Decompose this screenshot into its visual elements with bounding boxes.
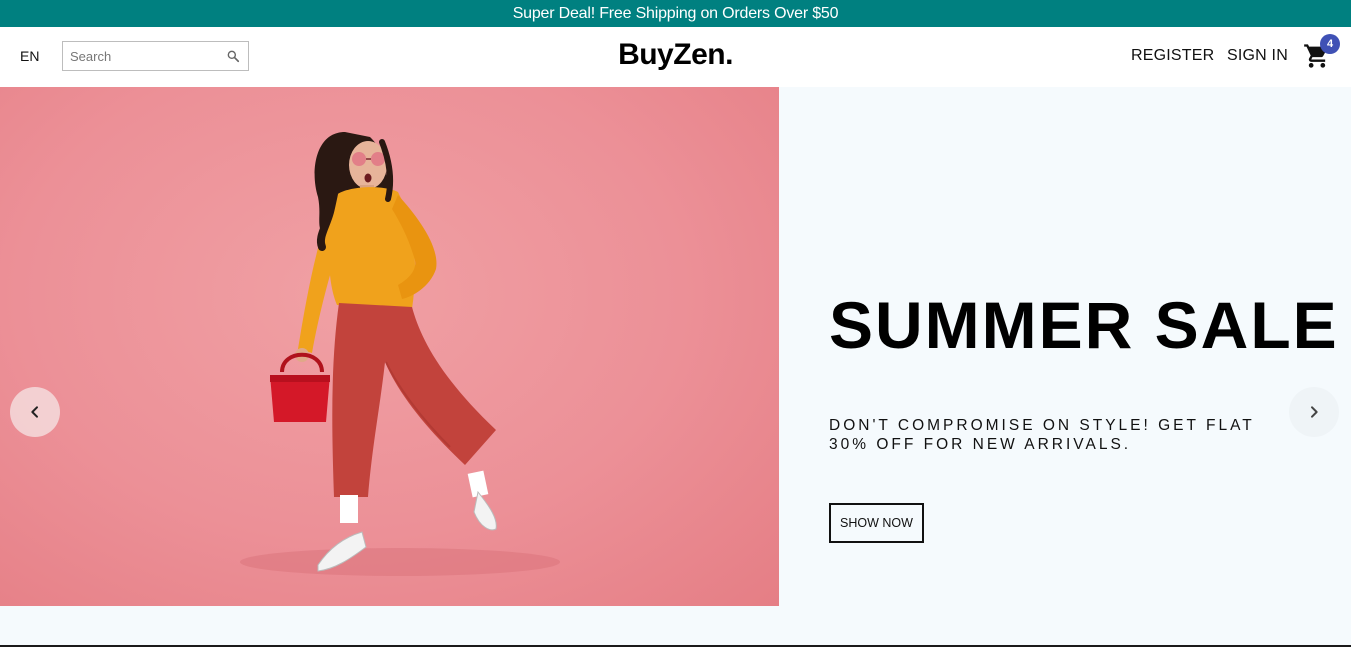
chevron-right-icon xyxy=(1311,406,1318,418)
show-now-button[interactable]: SHOW NOW xyxy=(829,503,924,543)
logo[interactable]: BuyZen. xyxy=(618,38,733,71)
slide-title: SUMMER SALE xyxy=(829,288,1339,362)
language-selector[interactable]: EN xyxy=(20,48,39,64)
sign-in-link[interactable]: SIGN IN xyxy=(1227,47,1288,65)
hero-slider: SUMMER SALE DON'T COMPROMISE ON STYLE! G… xyxy=(0,87,1351,647)
model-illustration xyxy=(240,132,560,576)
announcement-text: Super Deal! Free Shipping on Orders Over… xyxy=(512,4,839,22)
navbar: EN BuyZen. REGISTER SIGN IN 4 xyxy=(0,27,1351,87)
search-box xyxy=(62,41,249,71)
slide-description: DON'T COMPROMISE ON STYLE! GET FLAT 30% … xyxy=(829,417,1255,453)
slider-prev-button[interactable] xyxy=(10,387,60,437)
cart-badge: 4 xyxy=(1320,34,1340,54)
hero-image xyxy=(0,87,779,606)
announcement-bar: Super Deal! Free Shipping on Orders Over… xyxy=(0,0,1351,27)
register-link[interactable]: REGISTER xyxy=(1131,47,1214,65)
chevron-left-icon xyxy=(31,406,38,418)
slider-next-button[interactable] xyxy=(1289,387,1339,437)
search-icon[interactable] xyxy=(226,49,240,63)
search-input[interactable] xyxy=(63,43,213,69)
